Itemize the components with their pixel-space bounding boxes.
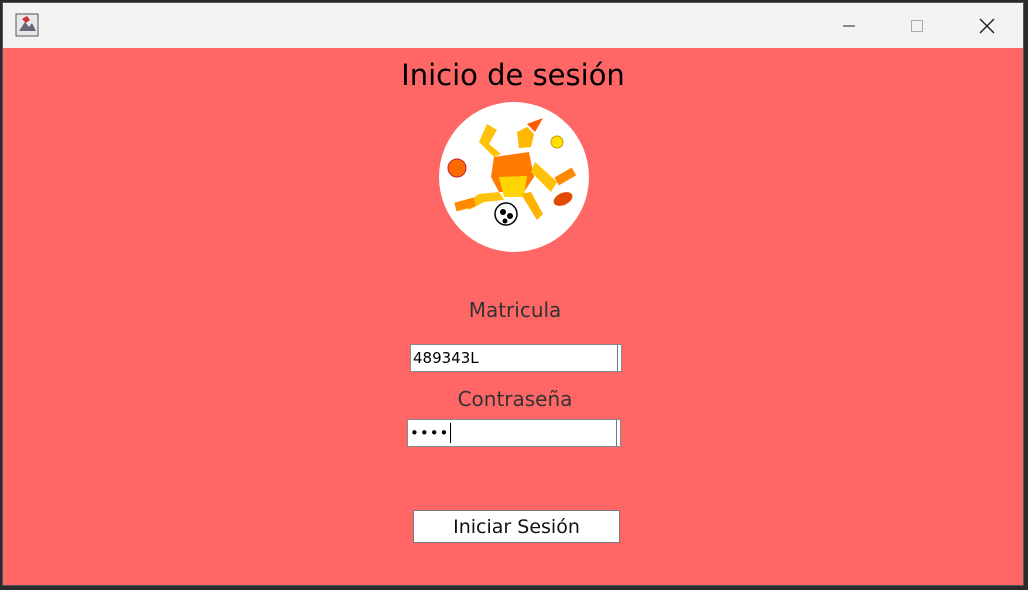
matricula-value: 489343L [413, 349, 479, 367]
close-button[interactable] [953, 3, 1021, 48]
password-label: Contraseña [457, 387, 573, 411]
minimize-icon [843, 25, 855, 26]
login-window: Inicio de sesión Matricula 489343L Contr… [2, 2, 1024, 586]
password-value: •••• [410, 424, 450, 442]
login-button[interactable]: Iniciar Sesión [413, 510, 620, 543]
text-caret [450, 423, 452, 443]
close-icon [979, 18, 995, 33]
java-app-icon[interactable] [15, 13, 39, 37]
matricula-label: Matricula [468, 298, 562, 322]
sports-mascot-logo [439, 102, 589, 252]
minimize-button[interactable] [815, 3, 883, 48]
maximize-icon [911, 19, 923, 32]
maximize-button[interactable] [883, 3, 951, 48]
login-panel: Inicio de sesión Matricula 489343L Contr… [3, 48, 1023, 585]
matricula-input[interactable]: 489343L [410, 344, 622, 372]
password-input[interactable]: •••• [407, 419, 621, 447]
title-bar[interactable] [3, 3, 1023, 48]
page-title: Inicio de sesión [401, 58, 625, 92]
